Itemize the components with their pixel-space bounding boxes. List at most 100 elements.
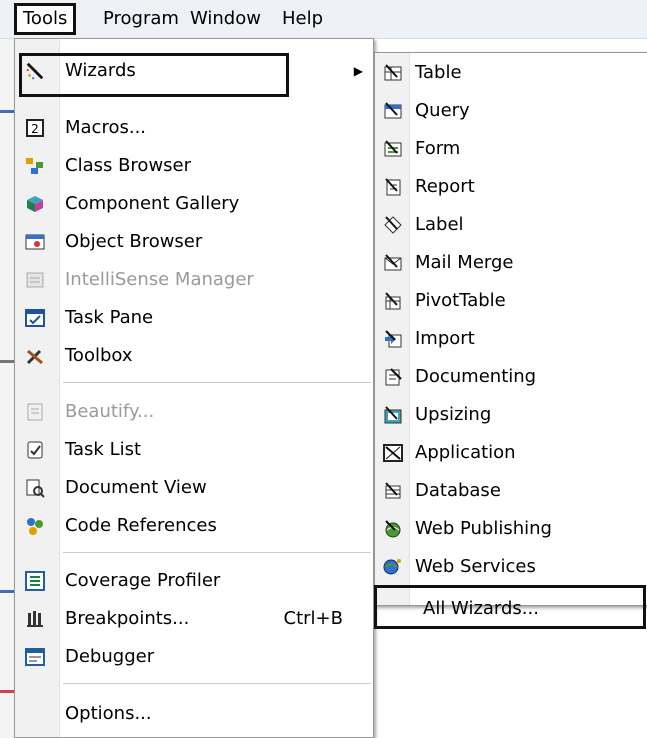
menu-item-label: Form [415,138,461,159]
menu-separator [63,382,371,383]
mail-merge-wizard-icon [383,253,403,273]
wizard-item-documenting[interactable]: Documenting [375,359,647,395]
menu-separator [63,683,371,684]
menu-item-label: Object Browser [65,231,203,252]
beautify-icon [25,402,45,422]
menu-item-label: Options... [65,703,152,724]
form-wizard-icon [383,139,403,159]
menu-item-label: IntelliSense Manager [65,269,254,290]
intellisense-icon [25,270,45,290]
menu-item-label: PivotTable [415,290,506,311]
menu-item-component-gallery[interactable]: Component Gallery [15,186,373,222]
shortcut-label: Ctrl+B [283,608,343,629]
coverage-profiler-icon [25,571,45,591]
menu-item-label: Task Pane [65,307,154,328]
object-browser-icon [25,232,45,252]
document-view-icon [25,478,45,498]
menu-item-macros[interactable]: 2 Macros... [15,110,373,146]
macros-icon: 2 [25,118,45,138]
menu-separator [63,552,371,553]
wizards-submenu: Table Query Form Report Label Mail Merge… [374,52,647,619]
wizard-item-web-publishing[interactable]: Web Publishing [375,511,647,547]
menu-item-label: Application [415,442,516,463]
menu-item-label: Documenting [415,366,537,387]
menu-item-label: Database [415,480,501,501]
menu-item-label: Report [415,176,475,197]
class-browser-icon [25,156,45,176]
menu-item-document-view[interactable]: Document View [15,470,373,506]
wizard-item-table[interactable]: Table [375,55,647,91]
component-gallery-icon [25,194,45,214]
pivottable-wizard-icon [383,291,403,311]
menu-item-label: Debugger [65,646,155,667]
query-wizard-icon [383,101,403,121]
web-services-wizard-icon [383,557,403,577]
menu-item-toolbox[interactable]: Toolbox [15,338,373,374]
wizard-item-query[interactable]: Query [375,93,647,129]
wizard-item-label[interactable]: Label [375,207,647,243]
wizard-item-mail-merge[interactable]: Mail Merge [375,245,647,281]
menu-bar: Tools Program Window Help [0,0,647,39]
menu-item-label: Beautify... [65,401,155,422]
wizard-item-web-services[interactable]: Web Services [375,549,647,585]
menu-item-label: Component Gallery [65,193,240,214]
menu-window[interactable]: Window [184,6,267,32]
menu-item-beautify: Beautify... [15,394,373,430]
menu-item-label: Class Browser [65,155,192,176]
wizard-item-upsizing[interactable]: Upsizing [375,397,647,433]
wizard-item-database[interactable]: Database [375,473,647,509]
wizard-item-form[interactable]: Form [375,131,647,167]
label-wizard-icon [383,215,403,235]
menu-item-intellisense-manager: IntelliSense Manager [15,262,373,298]
all-wizards-highlight-frame [374,585,646,629]
menu-item-label: Macros... [65,117,147,138]
task-pane-icon [25,308,45,328]
menu-item-label: Coverage Profiler [65,570,221,591]
wizard-item-report[interactable]: Report [375,169,647,205]
task-list-icon [25,440,45,460]
menu-item-label: Code References [65,515,217,536]
menu-item-label: Breakpoints... [65,608,190,629]
menu-program[interactable]: Program [97,6,185,32]
documenting-wizard-icon [383,367,403,387]
menu-help[interactable]: Help [276,6,329,32]
menu-item-label: Mail Merge [415,252,514,273]
menu-item-label: Task List [65,439,142,460]
menu-item-label: Web Services [415,556,536,577]
menu-item-label: Import [415,328,475,349]
menu-item-breakpoints[interactable]: Breakpoints... Ctrl+B [15,601,373,637]
menu-item-label: Web Publishing [415,518,552,539]
wizard-item-application[interactable]: Application [375,435,647,471]
breakpoints-icon [25,609,45,629]
menu-tools[interactable]: Tools [14,3,77,35]
menu-item-class-browser[interactable]: Class Browser [15,148,373,184]
import-wizard-icon [383,329,403,349]
menu-item-options[interactable]: Options... [15,696,373,732]
menu-item-task-pane[interactable]: Task Pane [15,300,373,336]
web-publishing-wizard-icon [383,519,403,539]
wizards-highlight-frame [19,53,289,97]
menu-item-label: Table [415,62,462,83]
debugger-icon [25,647,45,667]
svg-text:2: 2 [31,122,39,136]
menu-item-task-list[interactable]: Task List [15,432,373,468]
menu-item-label: Toolbox [65,345,133,366]
submenu-arrow-icon: ▶ [353,64,363,78]
wizard-item-import[interactable]: Import [375,321,647,357]
wizard-item-pivottable[interactable]: PivotTable [375,283,647,319]
code-references-icon [25,516,45,536]
menu-item-code-references[interactable]: Code References [15,508,373,544]
menu-item-label: Upsizing [415,404,492,425]
menu-item-label: Label [415,214,464,235]
menu-item-coverage-profiler[interactable]: Coverage Profiler [15,563,373,599]
menu-item-debugger[interactable]: Debugger [15,639,373,675]
report-wizard-icon [383,177,403,197]
table-wizard-icon [383,63,403,83]
toolbox-icon [25,346,45,366]
menu-item-label: Query [415,100,470,121]
upsizing-wizard-icon [383,405,403,425]
menu-item-label: Document View [65,477,207,498]
tools-menu: Wizards ▶ 2 Macros... Class Browser Comp… [14,38,374,738]
menu-item-object-browser[interactable]: Object Browser [15,224,373,260]
application-wizard-icon [383,443,403,463]
